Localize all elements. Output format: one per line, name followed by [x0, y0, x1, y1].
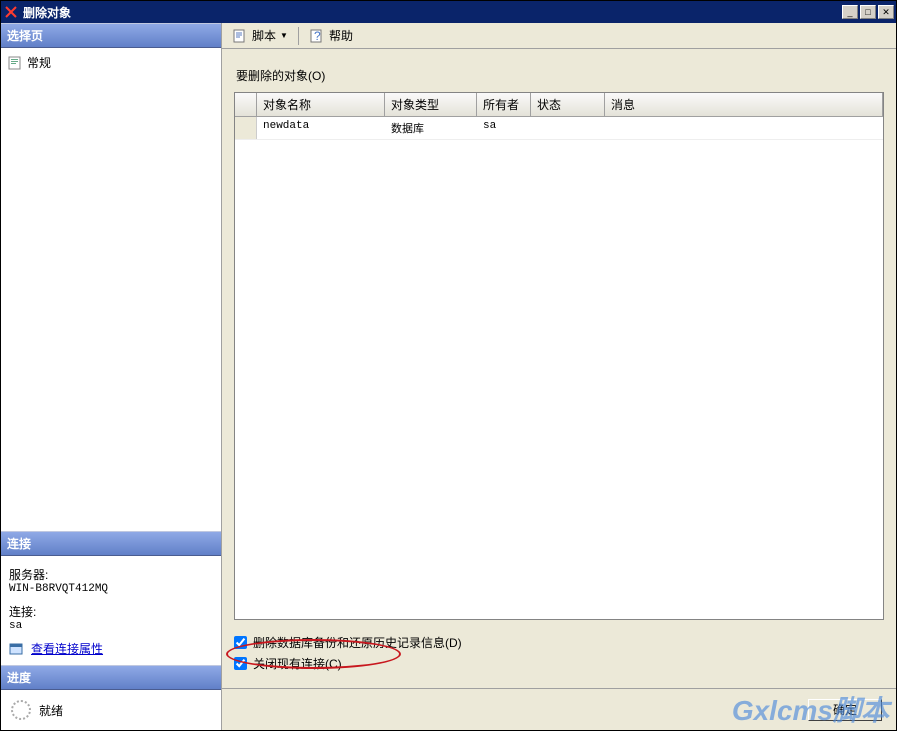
- main-content: 要删除的对象(O) 对象名称 对象类型 所有者 状态 消息 newdata: [222, 49, 896, 688]
- progress-status: 就绪: [39, 702, 63, 719]
- options-checks: 删除数据库备份和还原历史记录信息(D) 关闭现有连接(C): [234, 630, 884, 676]
- server-label: 服务器:: [9, 566, 213, 583]
- progress-header: 进度: [1, 665, 221, 690]
- help-button[interactable]: ? 帮助: [305, 25, 357, 46]
- script-button[interactable]: 脚本 ▼: [228, 25, 292, 46]
- close-button[interactable]: ✕: [878, 5, 894, 19]
- toolbar-separator: [298, 27, 299, 45]
- sidebar-item-label: 常规: [27, 54, 51, 71]
- delete-backup-history-label: 删除数据库备份和还原历史记录信息(D): [253, 634, 462, 651]
- script-icon: [232, 28, 248, 44]
- help-label: 帮助: [329, 27, 353, 44]
- row-selector[interactable]: [235, 117, 257, 139]
- grid-body[interactable]: newdata 数据库 sa: [235, 117, 883, 619]
- chevron-down-icon: ▼: [280, 31, 288, 40]
- maximize-button[interactable]: □: [860, 5, 876, 19]
- cell-message: [605, 117, 883, 139]
- conn-label: 连接:: [9, 603, 213, 620]
- connection-header: 连接: [1, 531, 221, 556]
- objects-grid: 对象名称 对象类型 所有者 状态 消息 newdata 数据库 sa: [234, 92, 884, 620]
- close-existing-connections-label: 关闭现有连接(C): [253, 655, 342, 672]
- cell-type: 数据库: [385, 117, 477, 139]
- page-icon: [7, 55, 23, 71]
- column-message[interactable]: 消息: [605, 93, 883, 116]
- conn-value: sa: [9, 620, 213, 632]
- progress-body: 就绪: [1, 690, 221, 730]
- ok-button[interactable]: 确定: [808, 699, 882, 721]
- table-row[interactable]: newdata 数据库 sa: [235, 117, 883, 140]
- view-connection-properties[interactable]: 查看连接属性: [9, 640, 213, 657]
- left-sidebar: 选择页 常规 连接 服务器: WIN-B8RVQT412MQ 连接: sa: [1, 23, 222, 730]
- view-connection-link[interactable]: 查看连接属性: [31, 640, 103, 657]
- objects-label: 要删除的对象(O): [236, 67, 884, 84]
- select-page-header: 选择页: [1, 23, 221, 48]
- connection-body: 服务器: WIN-B8RVQT412MQ 连接: sa 查看连接属性: [1, 556, 221, 665]
- window-controls: _ □ ✕: [842, 5, 894, 19]
- column-owner[interactable]: 所有者: [477, 93, 531, 116]
- delete-backup-history-checkbox[interactable]: [234, 636, 247, 649]
- column-type[interactable]: 对象类型: [385, 93, 477, 116]
- minimize-button[interactable]: _: [842, 5, 858, 19]
- column-selector[interactable]: [235, 93, 257, 116]
- properties-icon: [9, 641, 25, 657]
- close-existing-connections-checkbox[interactable]: [234, 657, 247, 670]
- grid-header: 对象名称 对象类型 所有者 状态 消息: [235, 93, 883, 117]
- titlebar[interactable]: 删除对象 _ □ ✕: [1, 1, 896, 23]
- sidebar-item-general[interactable]: 常规: [7, 52, 215, 73]
- cell-owner: sa: [477, 117, 531, 139]
- help-icon: ?: [309, 28, 325, 44]
- cell-name: newdata: [257, 117, 385, 139]
- spinner-icon: [11, 700, 31, 720]
- close-existing-connections-check[interactable]: 关闭现有连接(C): [234, 655, 884, 672]
- delete-backup-history-check[interactable]: 删除数据库备份和还原历史记录信息(D): [234, 634, 884, 651]
- app-x-icon: [3, 4, 19, 20]
- select-page-body: 常规: [1, 48, 221, 531]
- cell-status: [531, 117, 605, 139]
- content-split: 选择页 常规 连接 服务器: WIN-B8RVQT412MQ 连接: sa: [1, 23, 896, 730]
- column-name[interactable]: 对象名称: [257, 93, 385, 116]
- column-status[interactable]: 状态: [531, 93, 605, 116]
- toolbar: 脚本 ▼ ? 帮助: [222, 23, 896, 49]
- window-title: 删除对象: [23, 4, 842, 21]
- svg-text:?: ?: [314, 29, 321, 43]
- dialog-footer: 确定: [222, 688, 896, 730]
- right-pane: 脚本 ▼ ? 帮助 要删除的对象(O) 对象名称 对象类型: [222, 23, 896, 730]
- script-label: 脚本: [252, 27, 276, 44]
- dialog-window: 删除对象 _ □ ✕ 选择页 常规 连接 服务器: WIN-B8RVQT412M…: [0, 0, 897, 731]
- server-value: WIN-B8RVQT412MQ: [9, 583, 213, 595]
